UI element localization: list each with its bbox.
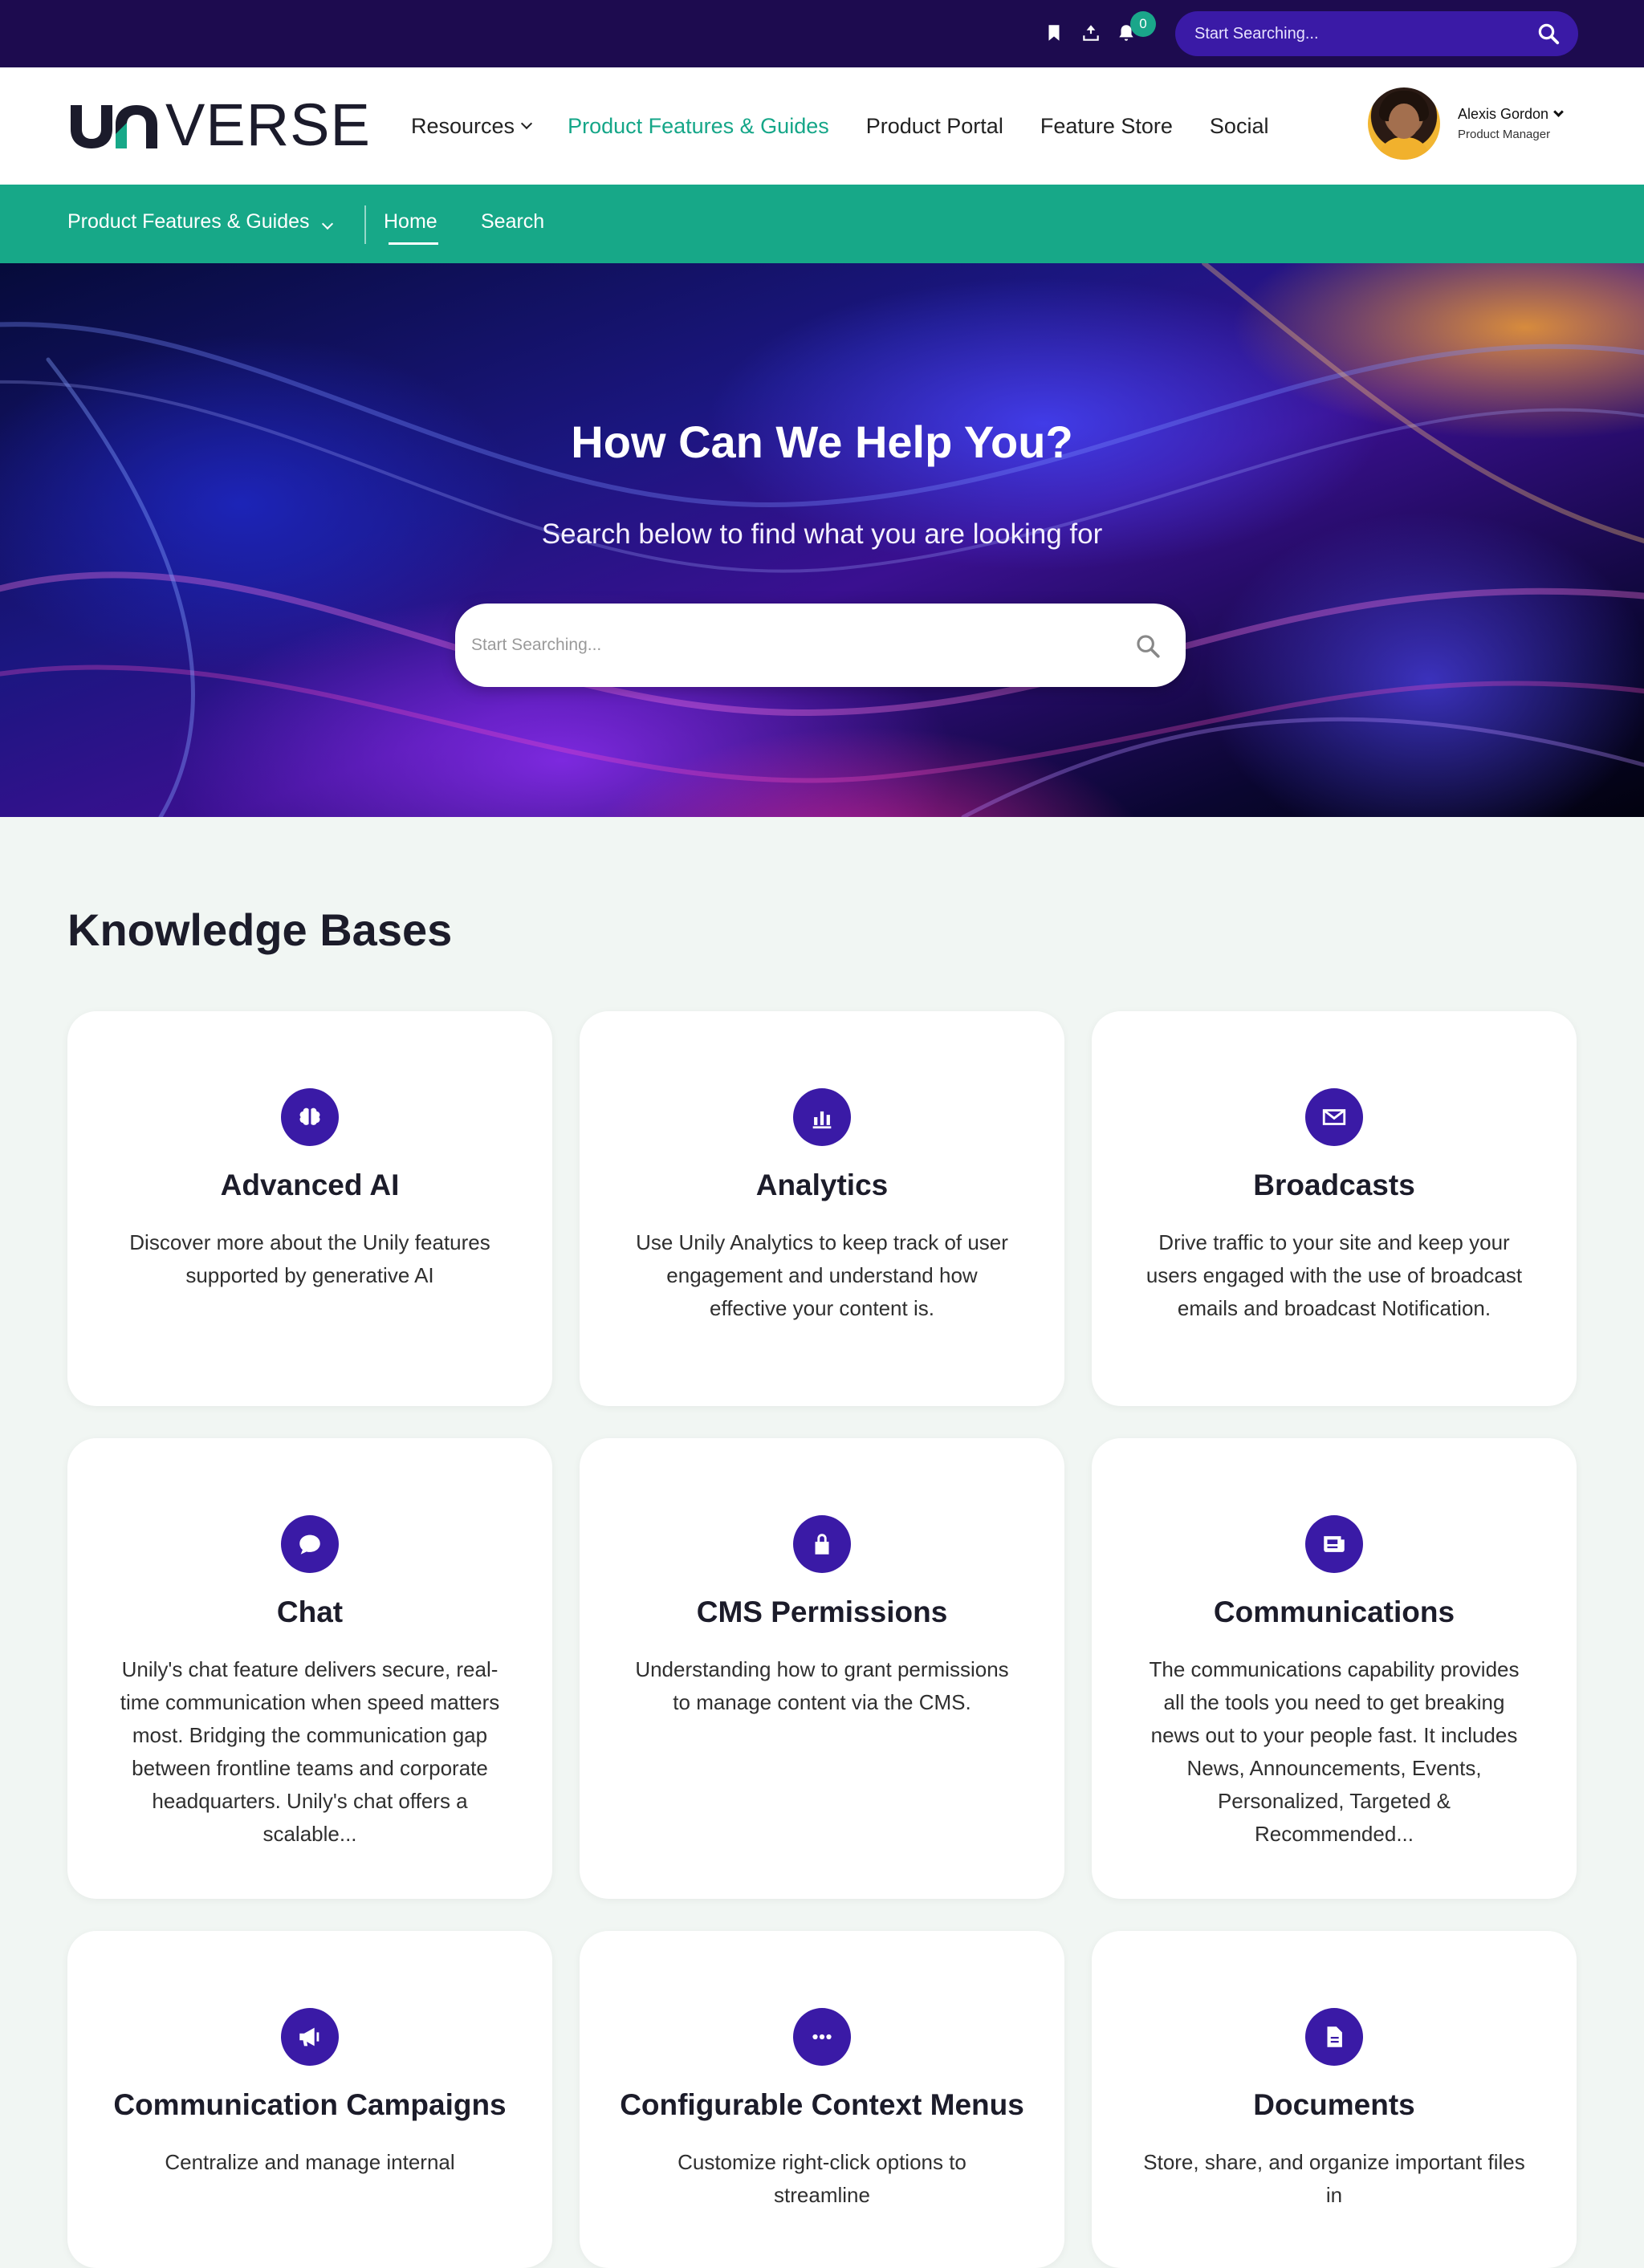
hero-search-box (455, 604, 1186, 687)
chevron-down-icon (520, 117, 533, 130)
user-profile-menu[interactable]: Alexis Gordon Product Manager (1368, 87, 1564, 160)
universe-logo[interactable]: VERSE (67, 95, 371, 156)
kb-card-chat[interactable]: Chat Unily's chat feature delivers secur… (67, 1438, 552, 1899)
site-header: VERSE Resources Product Features & Guide… (0, 67, 1644, 185)
kb-card-advanced-ai[interactable]: Advanced AI Discover more about the Unil… (67, 1011, 552, 1406)
hero-title: How Can We Help You? (571, 417, 1073, 467)
utility-search-box (1175, 11, 1578, 56)
lock-icon (793, 1515, 851, 1573)
kb-card-communication-campaigns[interactable]: Communication Campaigns Centralize and m… (67, 1931, 552, 2268)
kb-card-description: Unily's chat feature delivers secure, re… (120, 1657, 500, 1846)
utility-search-input[interactable] (1194, 11, 1516, 56)
nav-item-label: Product Features & Guides (568, 113, 829, 138)
search-icon[interactable] (1536, 22, 1561, 46)
document-icon (1305, 2008, 1363, 2066)
knowledge-bases-heading: Knowledge Bases (67, 904, 453, 955)
kb-card-description: The communications capability provides a… (1149, 1657, 1520, 1846)
kb-card-title: Broadcasts (1253, 1169, 1415, 1201)
more-icon (793, 2008, 851, 2066)
subnav-section-dropdown[interactable]: Product Features & Guides (67, 210, 333, 234)
profile-name: Alexis Gordon (1458, 106, 1549, 122)
nav-item-resources[interactable]: Resources (411, 113, 533, 139)
kb-card-description: Drive traffic to your site and keep your… (1146, 1230, 1523, 1320)
kb-card-description: Discover more about the Unily features s… (129, 1230, 490, 1287)
kb-card-cms-permissions[interactable]: CMS Permissions Understanding how to gra… (580, 1438, 1064, 1899)
subnav-active-underline (389, 242, 438, 245)
kb-card-description: Centralize and manage internal (165, 2150, 455, 2174)
avatar (1368, 87, 1440, 160)
notification-badge: 0 (1130, 11, 1156, 37)
subnav-divider (364, 205, 366, 244)
nav-item-label: Product Portal (865, 113, 1003, 138)
profile-role: Product Manager (1458, 128, 1551, 141)
chat-bubble-icon (281, 1515, 339, 1573)
logo-mark-icon (71, 105, 157, 148)
kb-card-analytics[interactable]: Analytics Use Unily Analytics to keep tr… (580, 1011, 1064, 1406)
nav-item-label: Resources (411, 113, 515, 138)
nav-item-social[interactable]: Social (1210, 114, 1269, 139)
hero-search-input[interactable] (471, 604, 1113, 687)
search-icon[interactable] (1134, 632, 1162, 660)
bar-chart-icon (793, 1088, 851, 1146)
chevron-down-icon (1553, 107, 1564, 117)
subnav-section-label: Product Features & Guides (67, 210, 310, 233)
kb-card-title: Analytics (755, 1169, 889, 1201)
hero-banner: How Can We Help You? Search below to fin… (0, 263, 1644, 817)
logo-text: VERSE (165, 91, 371, 158)
news-icon (1305, 1515, 1363, 1573)
megaphone-icon (281, 2008, 339, 2066)
subnav-item-home[interactable]: Home (384, 210, 437, 234)
kb-card-title: Advanced AI (220, 1169, 400, 1201)
kb-card-title: Configurable Context Menus (620, 2088, 1024, 2121)
subnav-item-search[interactable]: Search (481, 210, 544, 234)
nav-item-label: Social (1209, 113, 1269, 138)
nav-item-product-portal[interactable]: Product Portal (866, 114, 1003, 139)
nav-item-label: Feature Store (1040, 113, 1173, 138)
kb-card-title: Communications (1213, 1595, 1455, 1628)
main-nav: Resources Product Features & Guides Prod… (411, 67, 1305, 185)
nav-item-product-features-guides[interactable]: Product Features & Guides (568, 114, 829, 139)
kb-card-title: CMS Permissions (696, 1595, 948, 1628)
section-subnav: Product Features & Guides Home Search (0, 185, 1644, 263)
kb-card-description: Customize right-click options to streaml… (678, 2150, 966, 2207)
kb-card-description: Understanding how to grant permissions t… (635, 1657, 1009, 1714)
kb-card-broadcasts[interactable]: Broadcasts Drive traffic to your site an… (1092, 1011, 1577, 1406)
kb-card-title: Chat (276, 1595, 344, 1628)
nav-item-feature-store[interactable]: Feature Store (1040, 114, 1173, 139)
kb-card-communications[interactable]: Communications The communications capabi… (1092, 1438, 1577, 1899)
chevron-down-icon (321, 217, 333, 230)
hero-subtitle: Search below to find what you are lookin… (541, 518, 1103, 550)
kb-card-description: Use Unily Analytics to keep track of use… (636, 1230, 1008, 1320)
upload-icon[interactable] (1079, 21, 1103, 45)
kb-card-title: Communication Campaigns (113, 2088, 507, 2121)
kb-card-title: Documents (1253, 2088, 1415, 2121)
kb-card-description: Store, share, and organize important fil… (1143, 2150, 1525, 2207)
bookmark-icon[interactable] (1042, 21, 1066, 45)
utility-bar: 0 (0, 0, 1644, 67)
brain-icon (281, 1088, 339, 1146)
envelope-icon (1305, 1088, 1363, 1146)
kb-card-configurable-context-menus[interactable]: Configurable Context Menus Customize rig… (580, 1931, 1064, 2268)
kb-card-documents[interactable]: Documents Store, share, and organize imp… (1092, 1931, 1577, 2268)
